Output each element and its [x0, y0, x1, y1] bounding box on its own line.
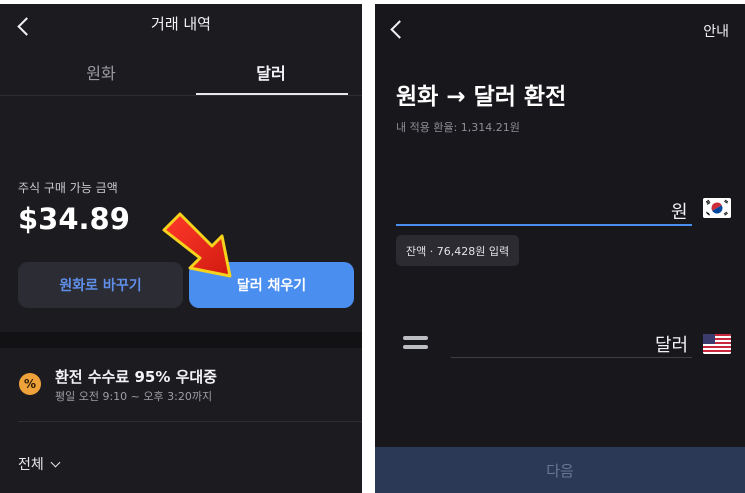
divider	[18, 421, 362, 422]
next-button[interactable]: 다음	[375, 447, 745, 493]
usd-unit-label: 달러	[655, 335, 689, 356]
equals-icon	[403, 334, 428, 351]
us-flag-icon	[703, 334, 731, 354]
filter-dropdown[interactable]: 전체	[18, 454, 61, 474]
tab-usd[interactable]: 달러	[196, 60, 346, 84]
transaction-history-screen: 거래 내역 원화 달러 주식 구매 가능 금액 $34.89 원화로 바꾸기 달…	[0, 4, 362, 493]
help-link[interactable]: 안내	[703, 21, 729, 41]
percent-icon: %	[19, 373, 41, 395]
krw-amount-input[interactable]	[396, 194, 692, 226]
tab-krw[interactable]: 원화	[26, 60, 176, 84]
page-title: 원화 → 달러 환전	[396, 84, 567, 110]
chevron-down-icon	[50, 457, 61, 467]
section-separator	[0, 332, 362, 348]
tab-divider	[0, 95, 362, 96]
back-arrow-icon[interactable]	[387, 19, 409, 41]
page-title: 거래 내역	[151, 15, 211, 33]
convert-to-krw-button[interactable]: 원화로 바꾸기	[18, 262, 183, 308]
promo-subtitle: 평일 오전 9:10 ~ 오후 3:20까지	[55, 390, 213, 403]
available-amount-value: $34.89	[18, 202, 130, 236]
filter-label: 전체	[18, 457, 44, 473]
exchange-screen: 안내 원화 → 달러 환전 내 적용 환율: 1,314.21원 원 잔액 · …	[375, 4, 745, 493]
promo-title: 환전 수수료 95% 우대중	[55, 368, 217, 386]
krw-unit-label: 원	[671, 202, 688, 223]
balance-input-chip[interactable]: 잔액 · 76,428원 입력	[396, 235, 520, 266]
korea-flag-icon	[703, 198, 731, 218]
red-arrow-icon	[162, 212, 232, 278]
exchange-rate: 내 적용 환율: 1,314.21원	[396, 121, 520, 134]
available-amount-label: 주식 구매 가능 금액	[18, 181, 118, 195]
